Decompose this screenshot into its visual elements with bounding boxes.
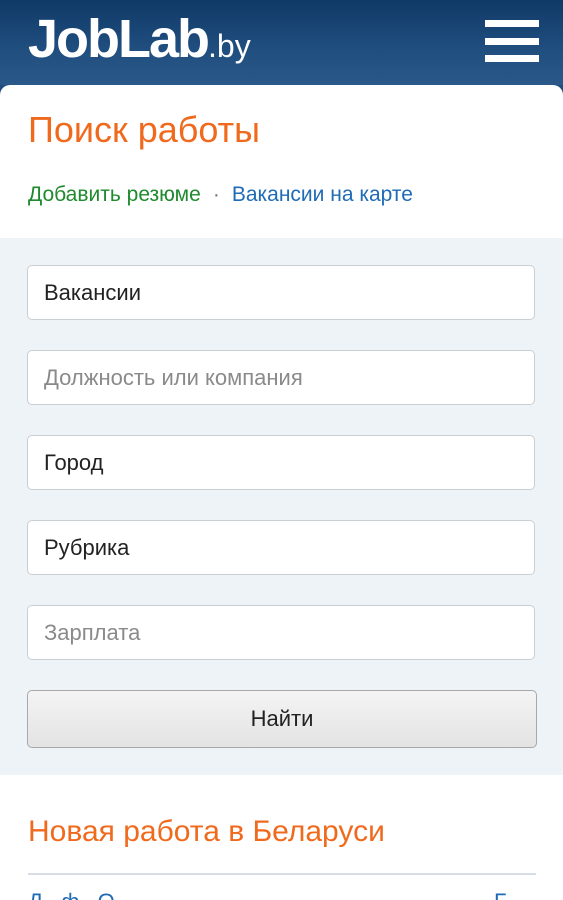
- category-value: Рубрика: [44, 534, 130, 560]
- section-divider: [28, 873, 536, 875]
- logo-text: JobLab: [28, 9, 210, 69]
- joblab-logo[interactable]: JobLab.by: [28, 12, 251, 66]
- vacancies-map-link[interactable]: Вакансии на карте: [232, 183, 413, 206]
- job-list-item-partial[interactable]: Д...ф...О...: [28, 889, 133, 900]
- content-card: Поиск работы Добавить резюме · Вакансии на…: [0, 85, 563, 900]
- menu-bar: [485, 37, 539, 45]
- link-separator: ·: [212, 183, 220, 206]
- menu-bar: [485, 55, 539, 62]
- logo-domain: .by: [208, 28, 251, 64]
- city-value: Город: [44, 449, 104, 475]
- add-resume-link[interactable]: Добавить резюме: [28, 183, 201, 206]
- hamburger-menu-icon[interactable]: [485, 20, 539, 62]
- search-type-value: Вакансии: [44, 279, 141, 305]
- category-select[interactable]: Рубрика: [27, 520, 535, 575]
- app-header: JobLab.by: [0, 0, 563, 85]
- city-select[interactable]: Город: [27, 435, 535, 490]
- salary-input[interactable]: [27, 605, 535, 660]
- menu-bar: [485, 20, 539, 27]
- new-jobs-heading: Новая работа в Беларуси: [28, 815, 385, 848]
- job-list-item-partial-right[interactable]: Б...: [494, 889, 527, 900]
- find-button[interactable]: Найти: [27, 690, 537, 748]
- search-form: Вакансии Город Рубрика Найти: [0, 238, 563, 775]
- search-type-select[interactable]: Вакансии: [27, 265, 535, 320]
- page-title: Поиск работы: [28, 109, 261, 150]
- quick-links: Добавить резюме · Вакансии на карте: [28, 183, 413, 207]
- position-or-company-input[interactable]: [27, 350, 535, 405]
